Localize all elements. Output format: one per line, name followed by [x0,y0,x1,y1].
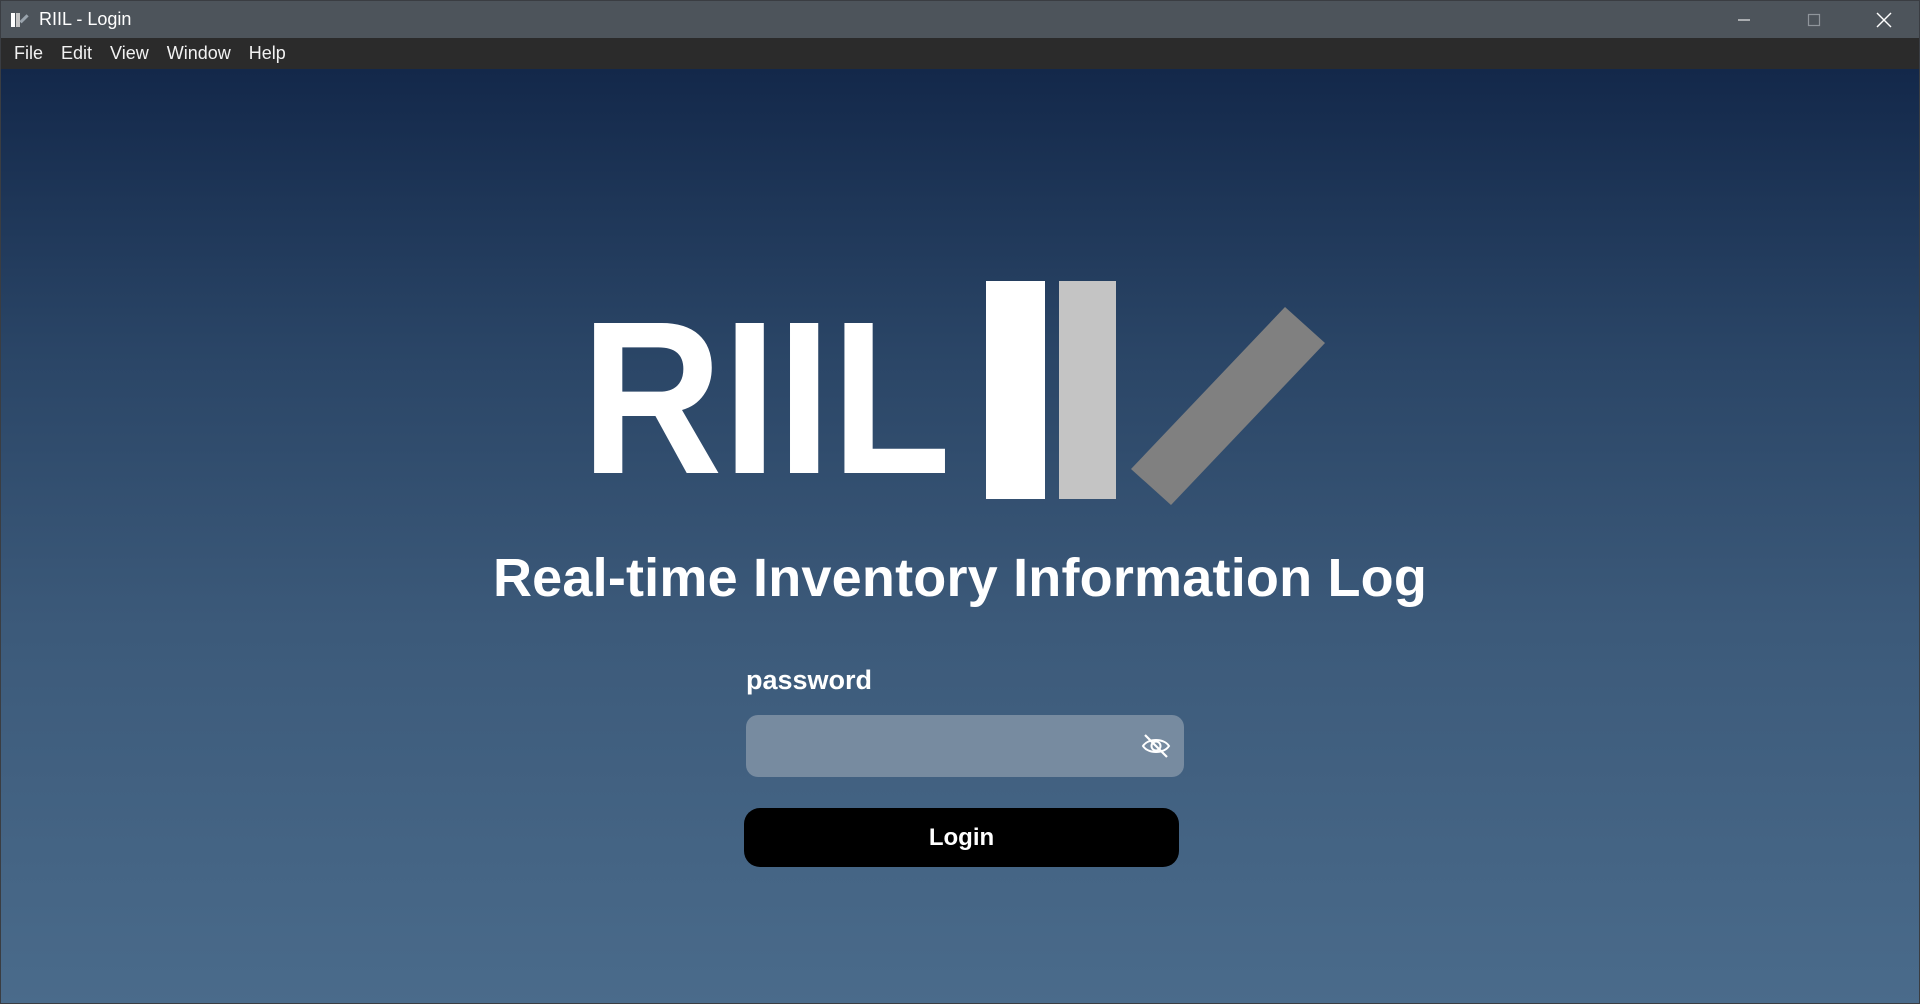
app-logo-icon [9,9,31,31]
maximize-icon [1807,13,1821,26]
maximize-button[interactable] [1779,1,1849,38]
app-subtitle: Real-time Inventory Information Log [492,548,1428,608]
close-icon [1876,12,1892,27]
app-window: RIIL - Login File Edit View Window Help … [0,0,1920,1004]
eye-slash-icon [1141,734,1171,758]
password-label: password [746,665,873,695]
menu-window[interactable]: Window [158,38,240,69]
menu-view[interactable]: View [101,38,158,69]
riil-logo: RIIL [581,281,1325,511]
minimize-icon [1738,18,1750,21]
login-button[interactable]: Login [744,808,1179,867]
menu-help[interactable]: Help [240,38,295,69]
logo-text: RIIL [581,281,951,511]
password-visibility-toggle[interactable] [1140,731,1172,761]
login-screen: RIIL Real-time Inventory Information Log… [1,69,1919,1003]
window-title: RIIL - Login [39,9,132,29]
title-bar[interactable]: RIIL - Login [1,1,1919,38]
close-button[interactable] [1849,1,1919,38]
password-field [746,715,1184,777]
logo-bar-gray [1059,281,1116,499]
menu-bar: File Edit View Window Help [1,38,1919,69]
menu-file[interactable]: File [5,38,52,69]
logo-bar-white [986,281,1045,499]
password-input[interactable] [746,715,1126,777]
window-controls [1709,1,1919,38]
minimize-button[interactable] [1709,1,1779,38]
menu-edit[interactable]: Edit [52,38,101,69]
logo-slash [1131,307,1325,505]
